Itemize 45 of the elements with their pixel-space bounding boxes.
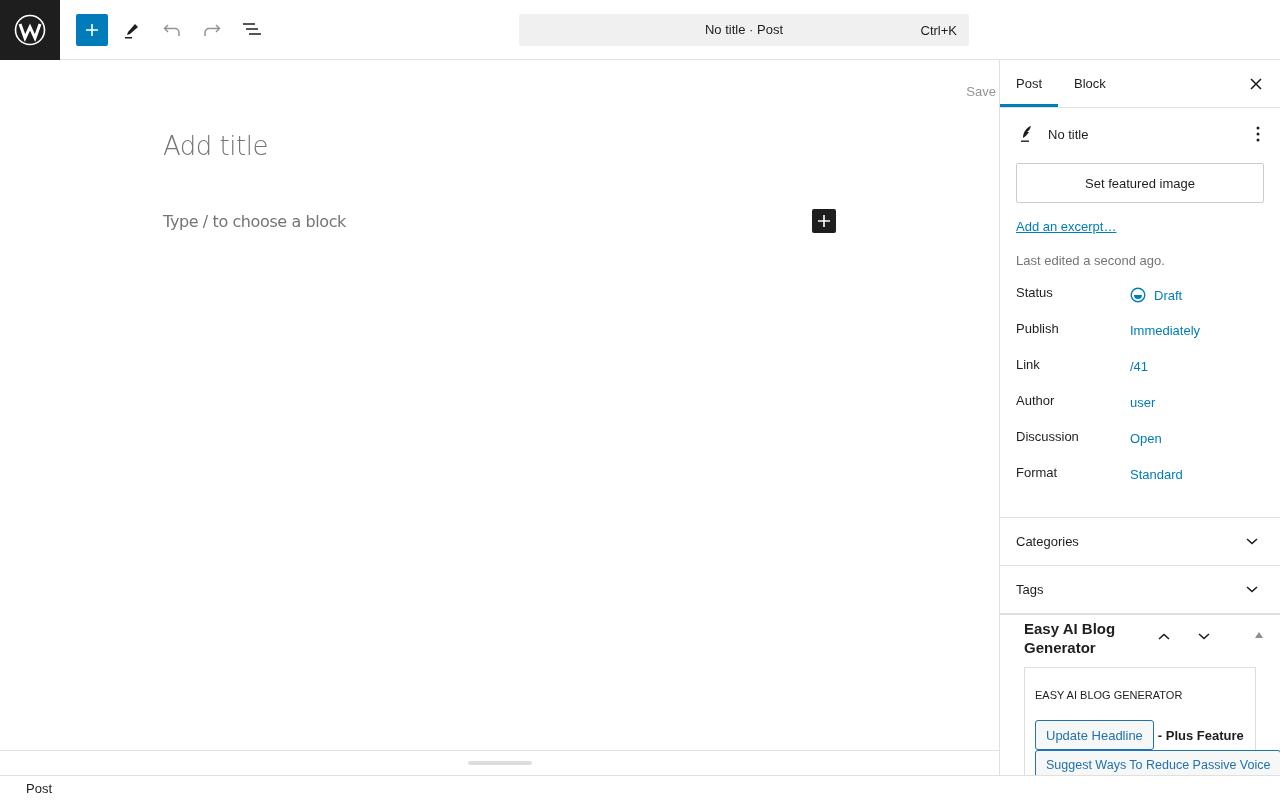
field-label: Format [1016,465,1059,480]
block-placeholder[interactable]: Type / to choose a block [163,211,346,231]
field-link[interactable]: user [1130,395,1156,410]
plus-icon [85,22,99,37]
panel-title: Easy AI Blog Generator [1024,619,1117,657]
logo-icon[interactable] [14,13,46,46]
field-label: Link [1016,357,1041,372]
list-view-icon [242,22,262,37]
feature-note: - Plus Feature [1157,727,1244,743]
post-title: No title [1048,126,1089,142]
close-icon [1250,77,1262,90]
redo-icon [203,22,221,37]
field-label: Publish [1016,321,1060,336]
set-featured-image-button[interactable]: Set featured image [1016,163,1264,203]
field-link[interactable]: Standard [1130,467,1183,482]
add-excerpt-link[interactable]: Add an excerpt… [1016,219,1117,234]
chevron-up-icon [1158,633,1170,640]
action-button[interactable]: Suggest Ways To Reduce Passive Voice [1035,750,1280,775]
field-label: Status [1016,285,1054,300]
keyboard-shortcut: Ctrl+K [920,22,957,38]
resize-handle[interactable] [467,761,532,765]
chevron-down-icon [1198,633,1210,640]
command-bar[interactable]: No title · Post Ctrl+K [519,13,969,46]
add-block-button[interactable] [812,209,836,233]
panel-toggle[interactable]: Categories [1000,517,1280,565]
last-edited-text: Last edited a second ago. [1016,253,1166,268]
sidebar-tab[interactable]: Block [1058,60,1122,107]
field-label: Discussion [1016,429,1080,444]
field-link[interactable]: Immediately [1130,323,1201,338]
plus-icon [818,215,830,227]
title-field[interactable]: Add title [163,131,836,161]
undo-icon [163,22,181,37]
breadcrumb-link[interactable]: Post [26,780,52,796]
draft-status-icon [1130,287,1146,303]
collapse-icon[interactable] [1254,631,1264,639]
action-button[interactable]: Update Headline [1035,720,1154,750]
plugin-heading: EASY AI BLOG GENERATOR [1035,689,1184,701]
more-vertical-icon [1256,126,1260,142]
field-label: Author [1016,393,1056,408]
field-link[interactable]: /41 [1130,359,1149,374]
field-link[interactable]: Open [1130,431,1162,446]
panel-toggle[interactable]: Tags [1000,565,1280,613]
sidebar-tab[interactable]: Post [1000,60,1058,107]
status-link[interactable]: Draft [1130,287,1183,303]
save-draft-button[interactable]: Save [966,84,996,99]
